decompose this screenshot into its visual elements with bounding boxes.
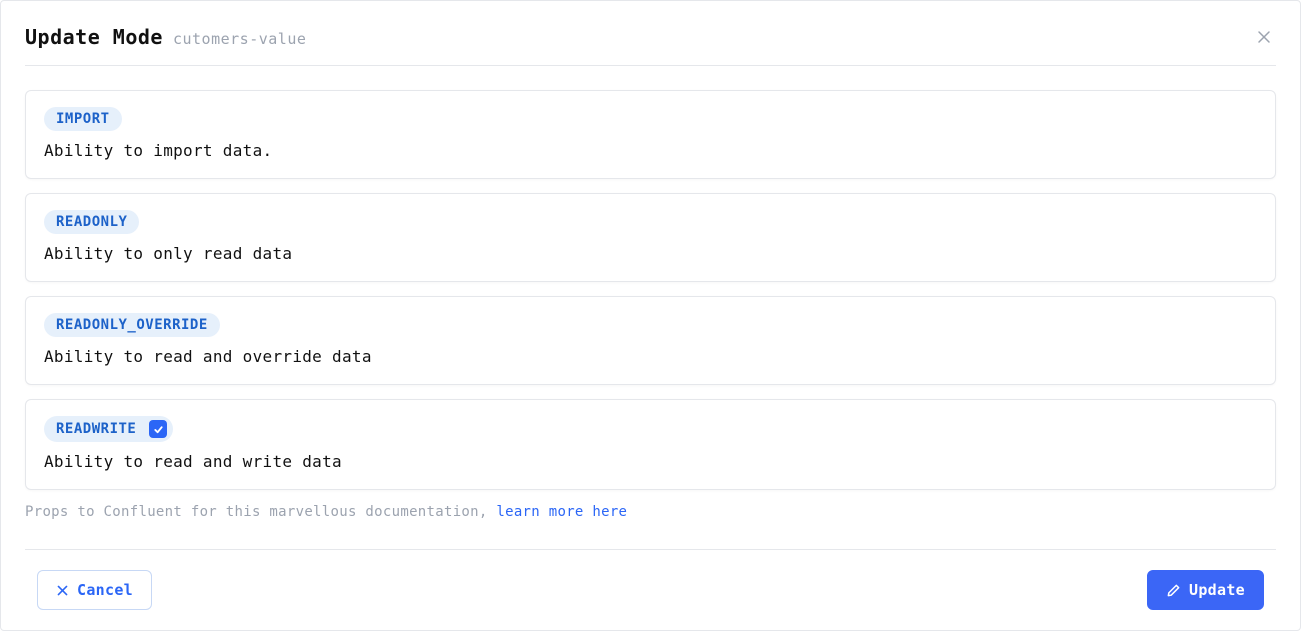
pencil-icon <box>1166 583 1181 598</box>
option-description: Ability to import data. <box>44 141 1257 160</box>
option-readonly-override[interactable]: READONLY_OVERRIDE Ability to read and ov… <box>25 296 1276 385</box>
option-description: Ability to read and write data <box>44 452 1257 471</box>
footer-note: Props to Confluent for this marvellous d… <box>25 504 1276 536</box>
cancel-button[interactable]: Cancel <box>37 570 152 610</box>
update-button-label: Update <box>1189 581 1245 599</box>
option-import[interactable]: IMPORT Ability to import data. <box>25 90 1276 179</box>
modal-actions: Cancel Update <box>25 549 1276 630</box>
close-button[interactable] <box>1252 25 1276 49</box>
option-badge-label: READWRITE <box>56 421 136 437</box>
option-badge-row: READONLY <box>44 210 1257 234</box>
header-title-group: Update Mode cutomers-value <box>25 25 306 49</box>
close-icon <box>1256 29 1272 45</box>
option-readwrite[interactable]: READWRITE Ability to read and write data <box>25 399 1276 490</box>
modal-header: Update Mode cutomers-value <box>25 25 1276 66</box>
option-badge: IMPORT <box>44 107 122 131</box>
option-description: Ability to read and override data <box>44 347 1257 366</box>
check-icon <box>149 420 167 438</box>
update-mode-modal: Update Mode cutomers-value IMPORT Abilit… <box>1 1 1300 630</box>
options-list: IMPORT Ability to import data. READONLY … <box>25 66 1276 490</box>
option-description: Ability to only read data <box>44 244 1257 263</box>
option-badge: READWRITE <box>44 416 173 442</box>
option-badge-row: READWRITE <box>44 416 1257 442</box>
option-badge: READONLY_OVERRIDE <box>44 313 220 337</box>
option-badge-row: READONLY_OVERRIDE <box>44 313 1257 337</box>
modal-title: Update Mode <box>25 25 163 49</box>
option-badge-row: IMPORT <box>44 107 1257 131</box>
option-readonly[interactable]: READONLY Ability to only read data <box>25 193 1276 282</box>
option-badge: READONLY <box>44 210 139 234</box>
footer-note-text: Props to Confluent for this marvellous d… <box>25 504 496 520</box>
close-icon <box>56 584 69 597</box>
modal-subtitle: cutomers-value <box>173 30 306 48</box>
cancel-button-label: Cancel <box>77 581 133 599</box>
update-button[interactable]: Update <box>1147 570 1264 610</box>
learn-more-link[interactable]: learn more here <box>496 504 627 520</box>
